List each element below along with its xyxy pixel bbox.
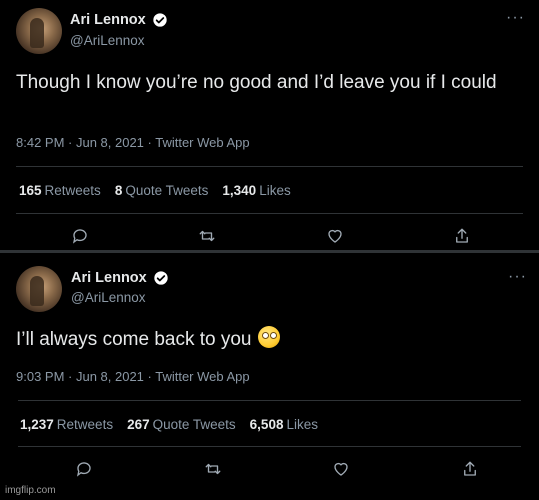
retweet-icon	[205, 463, 221, 475]
divider	[18, 400, 521, 401]
share-button[interactable]	[459, 458, 481, 480]
tweet-1: Ari Lennox @AriLennox ··· Though I know …	[0, 0, 539, 253]
retweets-stat[interactable]: 165 Retweets	[19, 183, 101, 198]
action-bar	[69, 225, 473, 247]
verified-badge-icon	[153, 13, 167, 27]
quote-tweets-stat[interactable]: 267 Quote Tweets	[127, 417, 236, 432]
more-options-icon[interactable]: ···	[506, 9, 525, 27]
retweet-button[interactable]	[196, 225, 218, 247]
retweet-button[interactable]	[202, 458, 224, 480]
retweet-icon	[199, 230, 215, 242]
author-name-row: Ari Lennox	[70, 12, 168, 28]
share-icon	[456, 228, 468, 243]
tweet-2: Ari Lennox @AriLennox ··· I’ll always co…	[2, 256, 537, 500]
like-button[interactable]	[330, 458, 352, 480]
verified-badge-icon	[154, 271, 168, 285]
reply-button[interactable]	[69, 225, 91, 247]
display-name[interactable]: Ari Lennox	[71, 270, 147, 286]
likes-stat[interactable]: 1,340 Likes	[222, 183, 290, 198]
avatar[interactable]	[16, 266, 62, 312]
handle[interactable]: @AriLennox	[71, 290, 146, 305]
tweet-stats: 1,237 Retweets 267 Quote Tweets 6,508 Likes	[20, 417, 318, 432]
action-bar	[73, 458, 481, 480]
rolling-eyes-emoji-icon	[257, 326, 280, 348]
share-button[interactable]	[451, 225, 473, 247]
divider	[18, 446, 521, 447]
display-name[interactable]: Ari Lennox	[70, 12, 146, 28]
quote-tweets-stat[interactable]: 8 Quote Tweets	[115, 183, 209, 198]
heart-icon	[327, 229, 342, 243]
avatar[interactable]	[16, 8, 62, 54]
retweets-stat[interactable]: 1,237 Retweets	[20, 417, 113, 432]
tweet-meta[interactable]: 9:03 PM · Jun 8, 2021 · Twitter Web App	[16, 369, 250, 384]
tweet-text: Though I know you’re no good and I’d lea…	[16, 72, 497, 93]
likes-stat[interactable]: 6,508 Likes	[250, 417, 318, 432]
tweet-stats: 165 Retweets 8 Quote Tweets 1,340 Likes	[19, 183, 291, 198]
tweet-meta[interactable]: 8:42 PM · Jun 8, 2021 · Twitter Web App	[16, 135, 250, 150]
watermark: imgflip.com	[5, 485, 56, 496]
divider	[16, 213, 523, 214]
share-icon	[464, 461, 476, 476]
tweet-text-content: I’ll always come back to you	[16, 329, 252, 350]
reply-icon	[72, 229, 87, 244]
reply-icon	[76, 462, 91, 477]
divider	[16, 166, 523, 167]
like-button[interactable]	[324, 225, 346, 247]
heart-icon	[334, 462, 348, 476]
tweet-text: I’ll always come back to you	[16, 326, 516, 352]
handle[interactable]: @AriLennox	[70, 33, 145, 48]
author-name-row: Ari Lennox	[71, 270, 169, 286]
more-options-icon[interactable]: ···	[508, 268, 527, 286]
reply-button[interactable]	[73, 458, 95, 480]
